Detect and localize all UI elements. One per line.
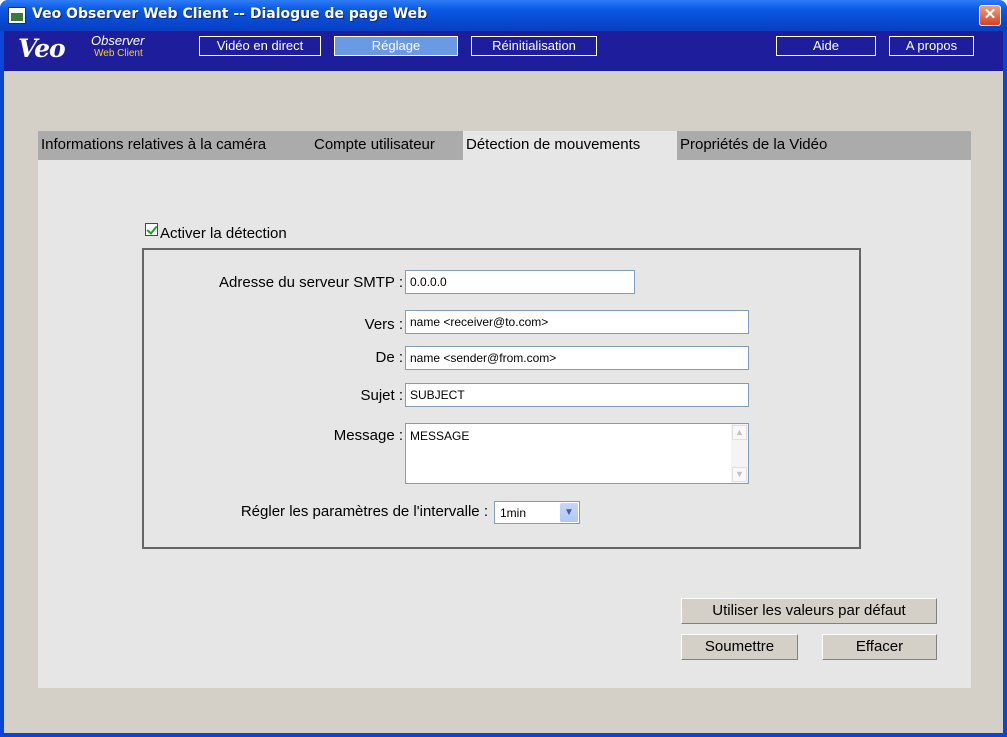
nav-settings-button[interactable]: Réglage — [334, 36, 458, 56]
logo-observer-text: Observer — [91, 33, 145, 48]
client-area: Veo Observer Web Client Vidéo en direct … — [4, 31, 1003, 733]
message-scrollbar[interactable]: ▲ ▼ — [731, 424, 748, 483]
tab-bar: Informations relatives à la caméra Compt… — [38, 131, 971, 160]
from-input[interactable]: name <sender@from.com> — [405, 346, 749, 370]
to-label: Vers : — [364, 316, 403, 333]
subject-label: Sujet : — [360, 387, 403, 404]
tab-camera-info[interactable]: Informations relatives à la caméra — [38, 131, 311, 160]
window-title: Veo Observer Web Client -- Dialogue de p… — [32, 6, 428, 22]
interval-select[interactable]: 1min ▼ — [494, 501, 580, 524]
nav-reset-button[interactable]: Réinitialisation — [471, 36, 597, 56]
smtp-label: Adresse du serveur SMTP : — [219, 274, 403, 291]
tab-motion-detection[interactable]: Détection de mouvements — [463, 131, 677, 160]
chevron-down-icon[interactable]: ▼ — [560, 503, 578, 522]
submit-button[interactable]: Soumettre — [681, 634, 798, 660]
status-bar — [4, 703, 1003, 733]
use-defaults-button[interactable]: Utiliser les valeurs par défaut — [681, 598, 937, 624]
to-input[interactable]: name <receiver@to.com> — [405, 310, 749, 334]
interval-value: 1min — [500, 506, 527, 520]
nav-about-button[interactable]: A propos — [889, 36, 974, 56]
tab-user-account[interactable]: Compte utilisateur — [311, 131, 463, 160]
message-label: Message : — [333, 427, 403, 444]
enable-detection-checkbox[interactable] — [145, 223, 158, 236]
nav-help-button[interactable]: Aide — [776, 36, 876, 56]
enable-detection-label: Activer la détection — [160, 225, 287, 242]
top-nav-bar: Veo Observer Web Client Vidéo en direct … — [4, 31, 1003, 71]
dialog-window: Veo Observer Web Client -- Dialogue de p… — [0, 0, 1007, 737]
chevron-down-icon[interactable]: ▼ — [732, 467, 747, 482]
message-textarea[interactable]: MESSAGE ▲ ▼ — [405, 423, 749, 484]
message-text: MESSAGE — [410, 429, 470, 443]
smtp-server-input[interactable]: 0.0.0.0 — [405, 270, 635, 294]
window-icon — [8, 7, 26, 24]
title-bar[interactable]: Veo Observer Web Client -- Dialogue de p… — [0, 0, 1007, 31]
clear-button[interactable]: Effacer — [822, 634, 937, 660]
chevron-up-icon[interactable]: ▲ — [732, 425, 747, 440]
tab-video-properties[interactable]: Propriétés de la Vidéo — [677, 131, 865, 160]
logo-web-client-text: Web Client — [94, 48, 143, 59]
close-icon[interactable]: ✕ — [979, 5, 1001, 26]
subject-input[interactable]: SUBJECT — [405, 383, 749, 407]
nav-live-video-button[interactable]: Vidéo en direct — [199, 36, 321, 56]
interval-label: Régler les paramètres de l'intervalle : — [240, 503, 488, 520]
from-label: De : — [375, 349, 403, 366]
veo-logo: Veo — [18, 34, 66, 63]
